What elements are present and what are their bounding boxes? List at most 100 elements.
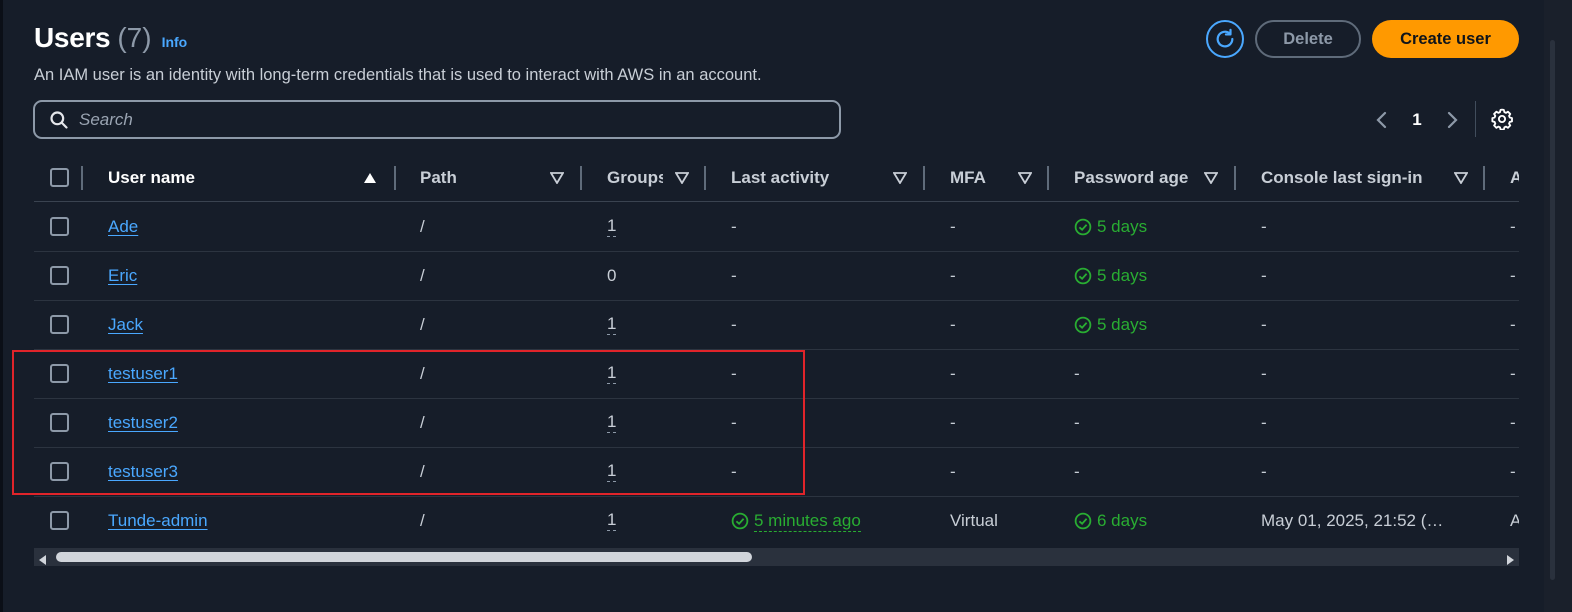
chevron-left-icon (1376, 111, 1387, 129)
user-name-link[interactable]: Tunde-admin (108, 511, 208, 531)
scroll-right-arrow-icon[interactable] (1505, 552, 1515, 570)
check-circle-icon (1074, 316, 1092, 334)
sort-ascending-icon[interactable] (362, 170, 378, 186)
table-row[interactable]: Ade / 1 - - 5 days - - (34, 203, 1519, 252)
previous-page-button[interactable] (1370, 105, 1394, 135)
check-circle-icon (731, 512, 749, 530)
path-value: / (420, 364, 425, 383)
last-activity-value: - (731, 217, 737, 236)
column-divider[interactable] (1483, 166, 1485, 190)
password-age-value: - (1074, 413, 1080, 432)
user-name-link[interactable]: testuser2 (108, 413, 178, 433)
sort-icon[interactable] (1203, 170, 1219, 186)
column-label: Password age (1074, 168, 1189, 187)
row-checkbox[interactable] (50, 462, 69, 481)
mfa-value: - (950, 217, 956, 236)
column-divider[interactable] (580, 166, 582, 190)
user-name-link[interactable]: Jack (108, 315, 143, 335)
refresh-button[interactable] (1206, 20, 1244, 58)
column-divider[interactable] (1047, 166, 1049, 190)
mfa-value: Virtual (950, 511, 998, 530)
password-age-value: 5 days (1097, 217, 1148, 236)
path-value: / (420, 462, 425, 481)
truncated-value: - (1510, 217, 1516, 236)
scroll-left-arrow-icon[interactable] (38, 552, 48, 570)
table-settings-button[interactable] (1489, 106, 1515, 132)
last-activity-value[interactable]: 5 minutes ago (754, 511, 861, 532)
sort-icon[interactable] (1017, 170, 1033, 186)
mfa-value: - (950, 364, 956, 383)
column-divider[interactable] (81, 166, 83, 190)
row-checkbox[interactable] (50, 217, 69, 236)
column-label: MFA (950, 168, 986, 187)
next-page-button[interactable] (1440, 105, 1464, 135)
column-header-last-activity[interactable]: Last activity (731, 154, 891, 202)
row-checkbox[interactable] (50, 315, 69, 334)
column-label: Last activity (731, 168, 830, 187)
groups-count[interactable]: 1 (607, 413, 617, 433)
groups-count[interactable]: 1 (607, 511, 617, 531)
column-divider[interactable] (394, 166, 396, 190)
current-page-number[interactable]: 1 (1394, 110, 1440, 130)
sort-icon[interactable] (674, 170, 690, 186)
page-scrollbar[interactable] (1544, 0, 1572, 612)
console-sign-in-value: - (1261, 217, 1267, 236)
table-row[interactable]: testuser3 / 1 - - - - - (34, 448, 1519, 497)
mfa-value: - (950, 266, 956, 285)
select-all-checkbox[interactable] (50, 168, 69, 187)
groups-count[interactable]: 1 (607, 462, 617, 482)
info-link[interactable]: Info (162, 34, 188, 50)
row-checkbox[interactable] (50, 266, 69, 285)
table-row[interactable]: testuser2 / 1 - - - - - (34, 399, 1519, 448)
user-name-link[interactable]: testuser3 (108, 462, 178, 482)
column-divider[interactable] (1234, 166, 1236, 190)
column-header-console-last-sign-in[interactable]: Console last sign-in (1261, 154, 1451, 202)
row-checkbox[interactable] (50, 364, 69, 383)
last-activity-value: - (731, 462, 737, 481)
horizontal-scrollbar-thumb[interactable] (56, 552, 752, 562)
groups-count[interactable]: 1 (607, 217, 617, 237)
column-label: Groups (607, 168, 663, 187)
column-header-groups[interactable]: Groups (607, 154, 663, 202)
search-input[interactable] (79, 109, 819, 130)
table-row[interactable]: testuser1 / 1 - - - - - (34, 350, 1519, 399)
groups-count[interactable]: 1 (607, 364, 617, 384)
column-header-password-age[interactable]: Password age (1074, 154, 1204, 202)
column-label: Console last sign-in (1261, 168, 1423, 187)
sort-icon[interactable] (1453, 170, 1469, 186)
sort-icon[interactable] (549, 170, 565, 186)
page-scrollbar-thumb[interactable] (1550, 40, 1555, 580)
user-name-link[interactable]: testuser1 (108, 364, 178, 384)
column-header-user-name[interactable]: User name (108, 154, 368, 202)
column-header-truncated[interactable]: A (1510, 154, 1519, 202)
search-box[interactable] (33, 100, 841, 139)
user-name-link[interactable]: Ade (108, 217, 138, 237)
column-label: A (1510, 168, 1519, 187)
gear-icon (1491, 108, 1513, 130)
column-header-mfa[interactable]: MFA (950, 154, 1010, 202)
horizontal-scrollbar[interactable] (34, 548, 1519, 566)
table-row[interactable]: Eric / 0 - - 5 days - - (34, 252, 1519, 301)
last-activity-value: - (731, 364, 737, 383)
sort-icon[interactable] (892, 170, 908, 186)
mfa-value: - (950, 413, 956, 432)
row-checkbox[interactable] (50, 413, 69, 432)
create-user-button[interactable]: Create user (1372, 20, 1519, 58)
truncated-value: - (1510, 462, 1516, 481)
column-header-path[interactable]: Path (420, 154, 550, 202)
delete-button[interactable]: Delete (1255, 20, 1361, 58)
table-row[interactable]: Jack / 1 - - 5 days - - (34, 301, 1519, 350)
truncated-value: - (1510, 413, 1516, 432)
column-divider[interactable] (704, 166, 706, 190)
row-checkbox[interactable] (50, 511, 69, 530)
window-edge (0, 0, 3, 612)
password-age-value: - (1074, 364, 1080, 383)
user-name-link[interactable]: Eric (108, 266, 137, 286)
search-icon (49, 110, 69, 130)
console-sign-in-value: - (1261, 364, 1267, 383)
column-divider[interactable] (923, 166, 925, 190)
page-title: Users (34, 22, 111, 53)
password-age-value: 6 days (1097, 511, 1148, 530)
table-row[interactable]: Tunde-admin / 1 5 minutes ago Virtual 6 … (34, 497, 1519, 546)
groups-count[interactable]: 1 (607, 315, 617, 335)
